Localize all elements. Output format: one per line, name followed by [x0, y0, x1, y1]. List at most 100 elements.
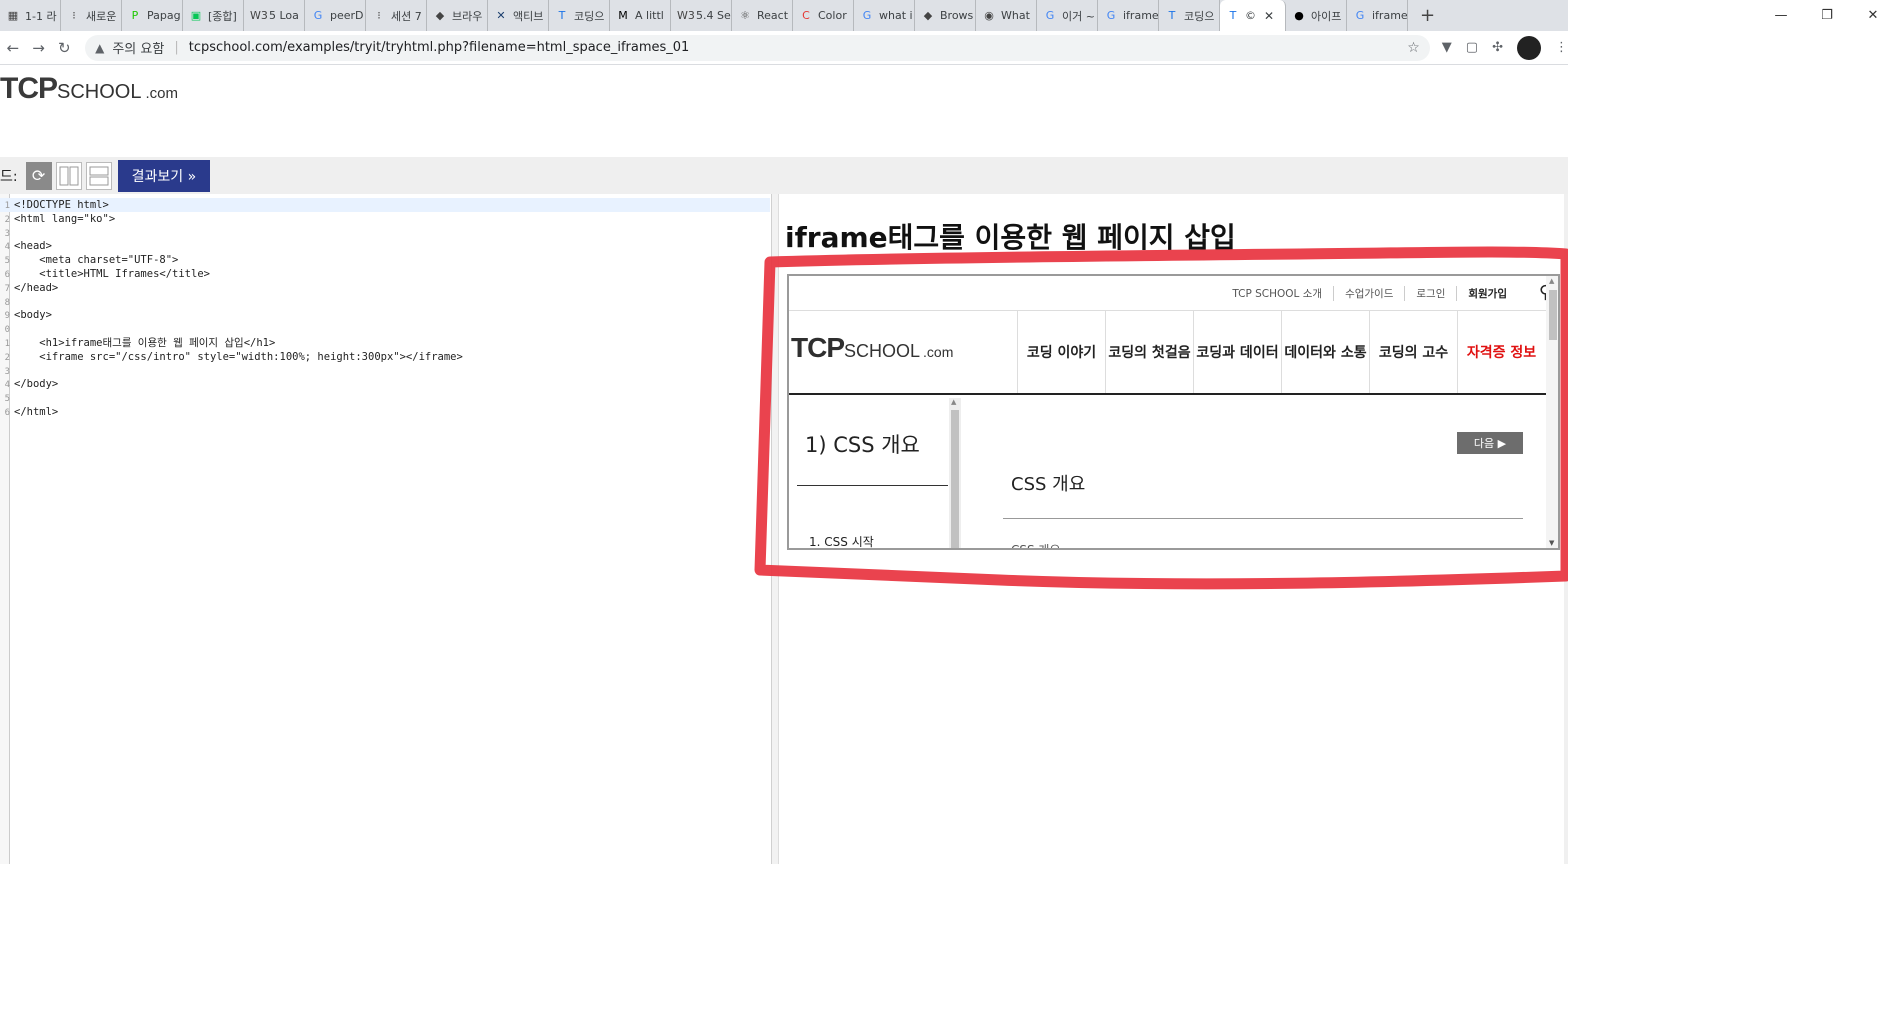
tab-label: what i [879, 9, 913, 22]
browser-tab[interactable]: G 이거 ~ [1037, 0, 1098, 31]
browser-tab[interactable]: GpeerD [305, 0, 366, 31]
browser-tab[interactable]: ✕ 액티브 [488, 0, 549, 31]
scroll-down-arrow-icon[interactable]: ▼ [1549, 539, 1554, 547]
puzzle-icon[interactable]: ✣ [1492, 40, 1503, 55]
reload-icon[interactable]: ↻ [51, 39, 77, 57]
close-window-icon[interactable]: ✕ [1850, 8, 1896, 23]
iframe-logo-bold: TCP [791, 332, 845, 363]
code-line[interactable]: 2 <iframe src="/css/intro" style="width:… [0, 350, 770, 364]
browser-tab[interactable]: W3 5 Loa [244, 0, 305, 31]
minimize-icon[interactable]: — [1758, 8, 1804, 23]
browser-tab[interactable]: W3 5.4 Se [671, 0, 732, 31]
iframe-nav-item[interactable]: 코딩 이야기 [1017, 311, 1105, 393]
chat-icon: ▣ [190, 8, 202, 22]
t-icon: T [558, 8, 566, 22]
restore-icon[interactable]: ❐ [1804, 8, 1850, 23]
bookmark-star-icon[interactable]: ☆ [1407, 40, 1420, 56]
sidebar-scroll-thumb[interactable] [951, 410, 959, 548]
circle-icon: ● [1294, 8, 1304, 22]
code-line[interactable]: 6 </html> [0, 405, 770, 419]
vpn-extension-icon[interactable]: ▼ [1442, 40, 1452, 55]
extensions-area: ▼ ▢ ✣ ⋮ [1442, 35, 1568, 60]
browser-tab[interactable]: M A littl [610, 0, 671, 31]
scroll-up-arrow-icon[interactable]: ▲ [1549, 277, 1554, 285]
refresh-button[interactable]: ⟳ [25, 161, 52, 190]
code-line[interactable]: 5 [0, 391, 770, 405]
iframe-scroll-thumb[interactable] [1549, 290, 1557, 340]
close-tab-icon[interactable]: ✕ [1264, 9, 1274, 23]
browser-tab[interactable]: ⚛ React [732, 0, 793, 31]
iframe-nav-item[interactable]: 자격증 정보 [1457, 311, 1545, 393]
blank-extension-icon[interactable]: ▢ [1466, 40, 1478, 55]
code-text: <head> [14, 240, 52, 253]
code-line[interactable]: 7 </head> [0, 281, 770, 295]
iframe-nav-item[interactable]: 코딩의 고수 [1369, 311, 1457, 393]
result-heading: iframe태그를 이용한 웹 페이지 삽입 [785, 221, 1236, 254]
iframe-logo-text: SCHOOL [844, 341, 921, 361]
dots-icon: ⁝ [72, 8, 76, 22]
result-pane-scrollbar[interactable] [1564, 194, 1568, 864]
horizontal-split-button[interactable] [85, 161, 112, 190]
code-line[interactable]: 0 [0, 322, 770, 336]
browser-tab[interactable]: P Papag [122, 0, 183, 31]
code-line[interactable]: 4 </body> [0, 377, 770, 391]
vertical-split-button[interactable] [55, 161, 82, 190]
back-icon[interactable]: ← [0, 39, 26, 57]
tab-label: Papag [147, 9, 181, 22]
sidebar-scrollbar[interactable]: ▲ [949, 398, 961, 548]
site-logo[interactable]: TCPSCHOOL .com [0, 72, 178, 106]
forward-icon[interactable]: → [26, 39, 52, 57]
iframe-nav-item[interactable]: 데이터와 소통 [1281, 311, 1369, 393]
logo-text: SCHOOL [57, 81, 142, 103]
sidebar-item-css-start[interactable]: 1. CSS 시작 [809, 533, 874, 548]
refresh-icon: ⟳ [31, 166, 46, 185]
code-line[interactable]: 9 <body> [0, 308, 770, 322]
code-editor[interactable]: 1 <!DOCTYPE html> 2 <html lang="ko"> 3 4 <head… [0, 194, 772, 864]
browser-tab[interactable]: T 코딩으 [1159, 0, 1220, 31]
iframe-top-link[interactable]: 수업가이드 [1334, 286, 1406, 301]
browser-tab[interactable]: C Color [793, 0, 854, 31]
browser-tab[interactable]: ▦ 1-1 라 [0, 0, 61, 31]
embedded-iframe[interactable]: TCP SCHOOL 소개수업가이드로그인회원가입 ⚲ TCPSCHOOL.co… [787, 274, 1560, 550]
scroll-up-arrow-icon[interactable]: ▲ [951, 398, 956, 406]
browser-tab[interactable]: ⁝ 새로운 [61, 0, 122, 31]
browser-tab[interactable]: ◆ 브라우 [427, 0, 488, 31]
iframe-top-link[interactable]: 로그인 [1405, 286, 1458, 301]
browser-tab[interactable]: T © ✕ [1220, 0, 1286, 31]
code-line[interactable]: 1 <!DOCTYPE html> [0, 198, 770, 212]
profile-avatar[interactable] [1517, 35, 1541, 60]
browser-tab[interactable]: ◆ Brows [915, 0, 976, 31]
iframe-nav-item[interactable]: 코딩의 첫걸음 [1105, 311, 1193, 393]
iframe-top-link[interactable]: TCP SCHOOL 소개 [1221, 286, 1335, 301]
code-line[interactable]: 6 <title>HTML Iframes</title> [0, 267, 770, 281]
browser-tab[interactable]: ◉ What [976, 0, 1037, 31]
iframe-scrollbar[interactable]: ▲ ▼ [1546, 276, 1558, 548]
browser-tab[interactable]: ● 아이프 [1286, 0, 1347, 31]
browser-tab[interactable]: Gwhat i [854, 0, 915, 31]
browser-tab[interactable]: T 코딩으 [549, 0, 610, 31]
view-result-button[interactable]: 결과보기 » [117, 159, 211, 192]
browser-tab[interactable]: ⁝ 세션 7 [366, 0, 427, 31]
code-line[interactable]: 8 [0, 295, 770, 309]
editor-control-bar: 드: ⟳ 결과보기 » [0, 157, 1568, 194]
code-line[interactable]: 3 [0, 364, 770, 378]
browser-tab[interactable]: Giframe [1098, 0, 1159, 31]
menu-kebab-icon[interactable]: ⋮ [1555, 40, 1568, 55]
iframe-top-link[interactable]: 회원가입 [1457, 286, 1518, 301]
address-bar[interactable]: ▲ 주의 요함 | tcpschool.com/examples/tryit/t… [85, 34, 1430, 61]
code-line[interactable]: 4 <head> [0, 239, 770, 253]
new-tab-icon[interactable]: + [1408, 5, 1447, 26]
code-line[interactable]: 5 <meta charset="UTF-8"> [0, 253, 770, 267]
iframe-nav-item[interactable]: 코딩과 데이터 [1193, 311, 1281, 393]
react-icon: ⚛ [740, 8, 750, 22]
browser-tab[interactable]: Giframe [1347, 0, 1408, 31]
papago-icon: P [131, 8, 139, 22]
code-line[interactable]: 1 <h1>iframe태그를 이용한 웹 페이지 삽입</h1> [0, 336, 770, 350]
code-line[interactable]: 3 [0, 226, 770, 240]
iframe-logo[interactable]: TCPSCHOOL .com [791, 332, 953, 364]
url-text[interactable]: tcpschool.com/examples/tryit/tryhtml.php… [189, 40, 690, 55]
code-line[interactable]: 2 <html lang="ko"> [0, 212, 770, 226]
next-button[interactable]: 다음 ▶ [1457, 432, 1523, 454]
browser-toolbar: ← → ↻ ▲ 주의 요함 | tcpschool.com/examples/t… [0, 31, 1568, 65]
browser-tab[interactable]: ▣ [종합] [183, 0, 244, 31]
